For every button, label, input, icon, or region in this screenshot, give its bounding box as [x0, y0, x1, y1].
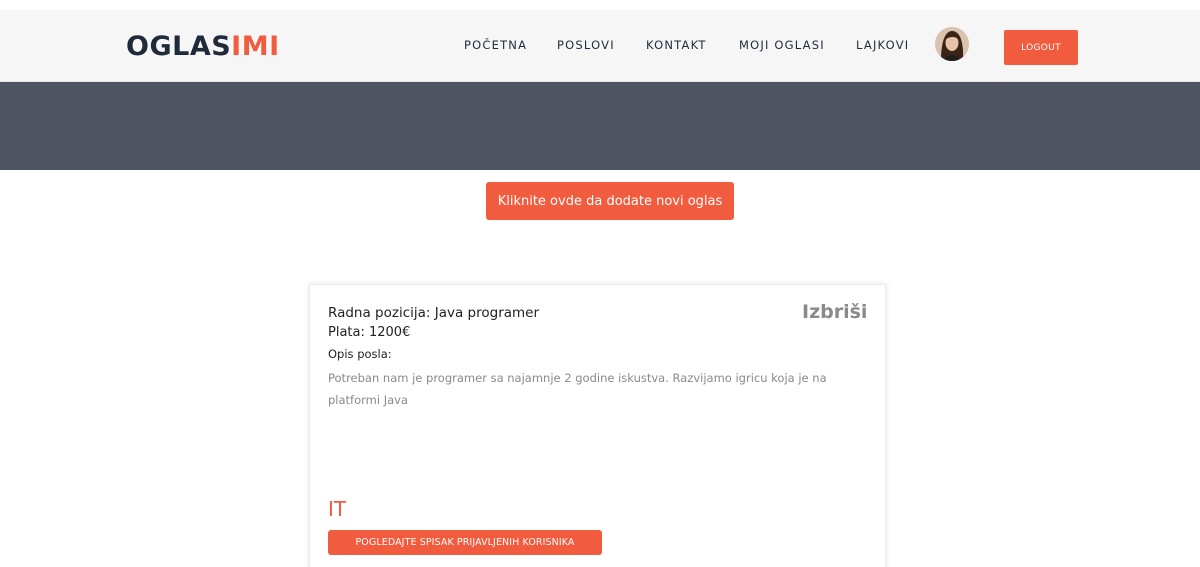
top-navbar: OGLASIMI POČETNA POSLOVI KONTAKT MOJI OG… — [0, 10, 1200, 82]
nav-item-kontakt[interactable]: KONTAKT — [646, 38, 707, 52]
nav-item-pocetna[interactable]: POČETNA — [464, 38, 527, 52]
delete-listing-button[interactable]: Izbriši — [802, 301, 867, 323]
logout-button[interactable]: LOGOUT — [1004, 30, 1078, 65]
logo-text-main: OGLAS — [126, 31, 232, 62]
nav-item-poslovi[interactable]: POSLOVI — [557, 38, 615, 52]
listing-position: Radna pozicija: Java programer — [328, 305, 540, 321]
logo-text-accent: IMI — [231, 31, 280, 62]
listing-description-label: Opis posla: — [328, 347, 392, 361]
avatar[interactable] — [935, 27, 969, 61]
listing-description: Potreban nam je programer sa najamnje 2 … — [328, 371, 827, 407]
nav-item-moji-oglasi[interactable]: MOJI OGLASI — [739, 38, 825, 52]
user-avatar-icon — [935, 27, 969, 61]
listing-salary: Plata: 1200€ — [328, 325, 411, 340]
add-listing-button[interactable]: Kliknite ovde da dodate novi oglas — [486, 182, 734, 220]
view-applicants-button[interactable]: POGLEDAJTE SPISAK PRIJAVLJENIH KORISNIKA — [328, 530, 602, 555]
hero-banner — [0, 82, 1200, 170]
nav-item-lajkovi[interactable]: LAJKOVI — [856, 38, 909, 52]
listing-card: Radna pozicija: Java programer Plata: 12… — [309, 284, 886, 567]
listing-category: IT — [328, 497, 347, 521]
logo[interactable]: OGLASIMI — [126, 32, 280, 62]
